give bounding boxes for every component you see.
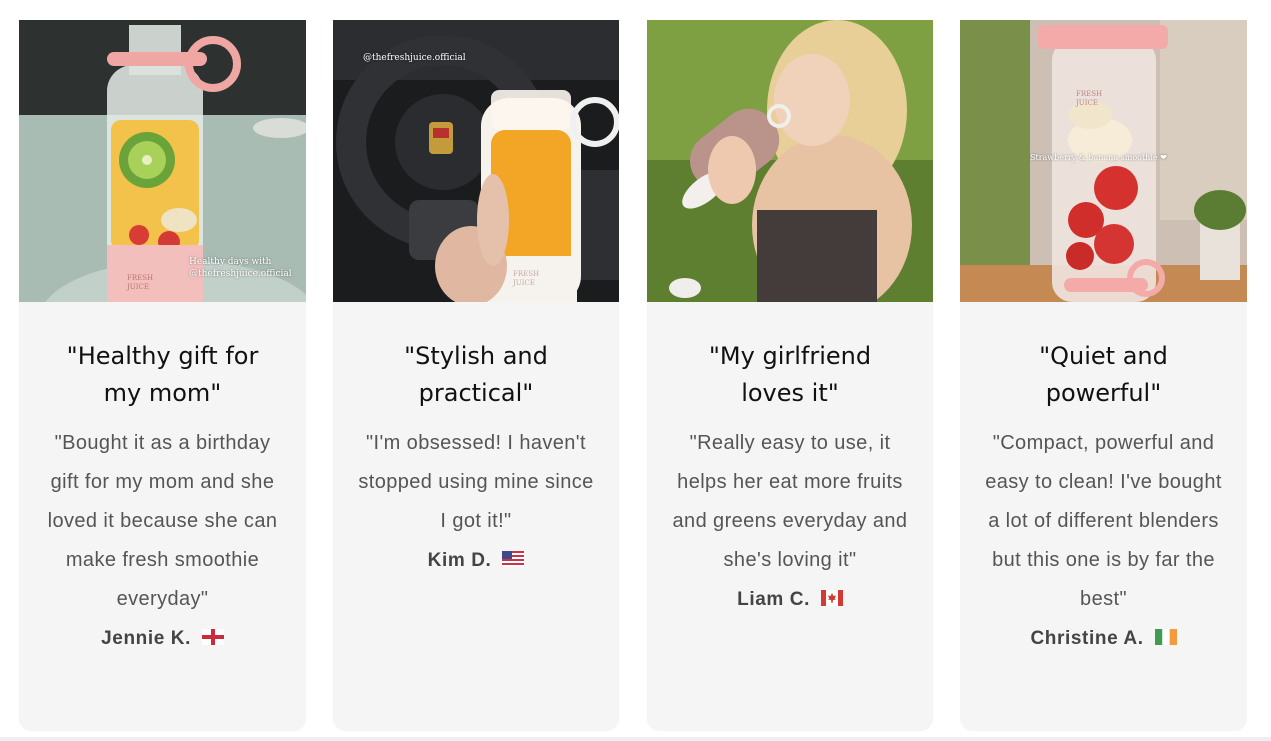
author-name: Christine A. (1030, 628, 1144, 649)
photo-caption: @thefreshjuice.official (363, 53, 466, 63)
review-card: "My girlfriend loves it" "Really easy to… (647, 20, 933, 731)
bottle-label: FRESH JUICE (127, 274, 154, 291)
author-name: Liam C. (737, 589, 810, 610)
section-divider (0, 737, 1271, 741)
review-photo: Healthy days with @thefreshjuice.officia… (19, 20, 306, 302)
bottle-label: FRESH JUICE (1076, 90, 1103, 107)
ireland-flag-icon (1154, 620, 1177, 659)
review-photo: Strawberry & banana smoothie ❤ FRESH JUI… (960, 20, 1247, 302)
review-author: Jennie K. (37, 619, 288, 659)
woman-drinking-smoothie-image (647, 20, 933, 302)
canada-flag-icon (820, 581, 843, 620)
review-photo (647, 20, 933, 302)
photo-caption: Healthy days with @thefreshjuice.officia… (189, 257, 292, 279)
author-name: Jennie K. (101, 628, 191, 649)
review-headline: "Stylish and practical" (404, 342, 548, 407)
review-card: Healthy days with @thefreshjuice.officia… (19, 20, 306, 731)
review-photo: @thefreshjuice.official FRESH JUICE (333, 20, 619, 302)
review-quote: "Really easy to use, it helps her eat mo… (672, 432, 908, 571)
england-flag-icon (201, 620, 224, 659)
bottle-label: FRESH JUICE (513, 270, 540, 287)
review-card: Strawberry & banana smoothie ❤ FRESH JUI… (960, 20, 1247, 731)
review-headline: "Healthy gift for my mom" (66, 342, 259, 407)
photo-caption: Strawberry & banana smoothie ❤ (1030, 153, 1167, 162)
review-author: Kim D. (351, 541, 601, 581)
review-quote: "Compact, powerful and easy to clean! I'… (985, 432, 1222, 610)
review-author: Liam C. (665, 580, 915, 620)
usa-flag-icon (502, 542, 525, 581)
review-headline: "My girlfriend loves it" (708, 342, 872, 407)
review-author: Christine A. (978, 619, 1229, 659)
review-quote: "Bought it as a birthday gift for my mom… (47, 432, 278, 610)
author-name: Kim D. (427, 550, 492, 571)
review-card: @thefreshjuice.official FRESH JUICE "Sty… (333, 20, 619, 731)
review-quote: "I'm obsessed! I haven't stopped using m… (358, 432, 594, 532)
review-headline: "Quiet and powerful" (1039, 342, 1168, 407)
reviews-section: Healthy days with @thefreshjuice.officia… (0, 0, 1271, 741)
